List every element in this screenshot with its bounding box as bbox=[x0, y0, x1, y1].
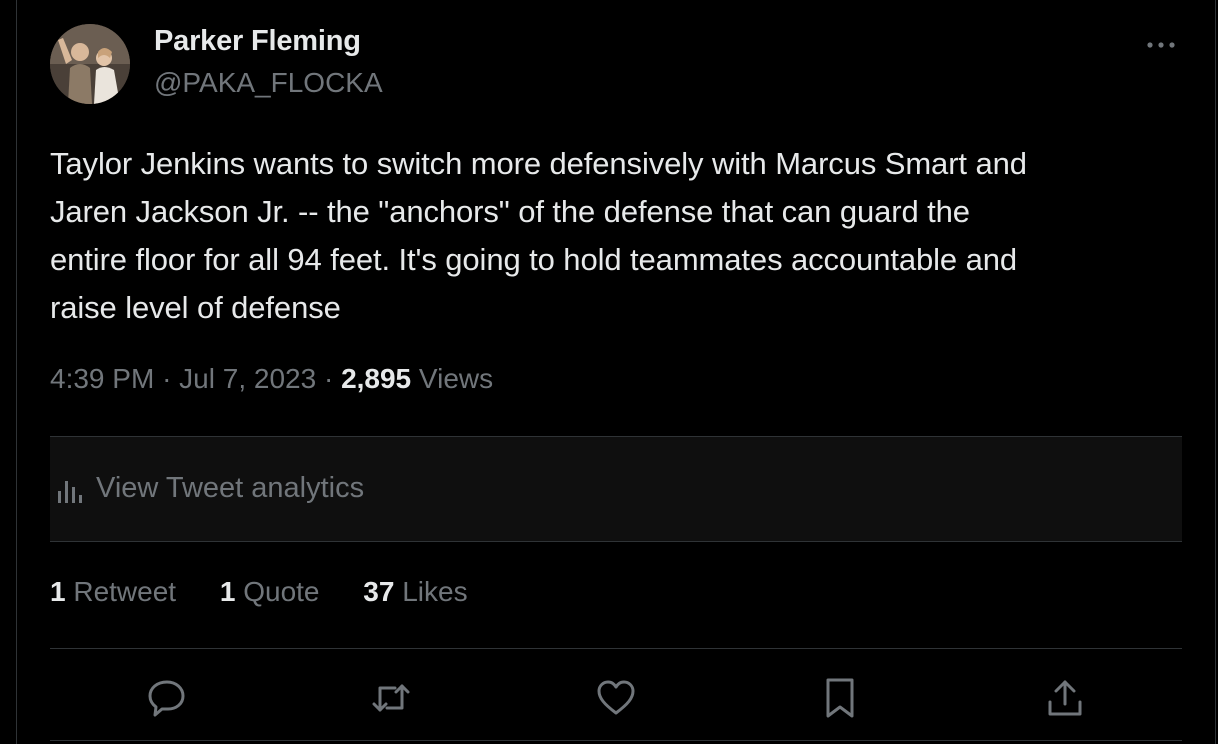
more-options-icon[interactable] bbox=[1140, 30, 1180, 60]
meta-separator: · bbox=[162, 363, 172, 394]
likes-count: 37 bbox=[363, 576, 395, 607]
tweet-date[interactable]: Jul 7, 2023 bbox=[179, 363, 316, 394]
reply-icon[interactable] bbox=[145, 676, 189, 720]
bottom-divider bbox=[50, 740, 1182, 741]
handle[interactable]: @PAKA_FLOCKA bbox=[154, 67, 383, 99]
tweet-time[interactable]: 4:39 PM bbox=[50, 363, 154, 394]
view-analytics-button[interactable]: View Tweet analytics bbox=[50, 436, 1182, 542]
bookmark-icon[interactable] bbox=[818, 676, 862, 720]
analytics-icon bbox=[56, 477, 84, 505]
display-name[interactable]: Parker Fleming bbox=[154, 25, 361, 58]
avatar[interactable] bbox=[50, 24, 130, 104]
retweet-icon[interactable] bbox=[369, 676, 413, 720]
tweet-text: Taylor Jenkins wants to switch more defe… bbox=[50, 146, 1027, 325]
likes-label: Likes bbox=[402, 576, 468, 607]
engagement-stats: 1 Retweet 1 Quote 37 Likes bbox=[50, 576, 504, 608]
likes-stat[interactable]: 37 Likes bbox=[363, 576, 467, 608]
retweets-count: 1 bbox=[50, 576, 66, 607]
analytics-label: View Tweet analytics bbox=[96, 472, 365, 504]
quotes-stat[interactable]: 1 Quote bbox=[220, 576, 320, 608]
tweet-meta: 4:39 PM · Jul 7, 2023 · 2,895 Views bbox=[50, 363, 493, 395]
share-icon[interactable] bbox=[1043, 676, 1087, 720]
views-label: Views bbox=[418, 363, 494, 394]
quotes-count: 1 bbox=[219, 576, 236, 607]
retweets-stat[interactable]: 1 Retweet bbox=[50, 576, 176, 608]
divider bbox=[50, 648, 1182, 649]
avatar-photo-icon bbox=[50, 24, 130, 104]
retweets-label: Retweet bbox=[73, 576, 177, 607]
quotes-label: Quote bbox=[243, 576, 320, 607]
action-bar bbox=[0, 676, 1218, 720]
meta-separator-2: · bbox=[323, 363, 334, 394]
views-count: 2,895 bbox=[341, 363, 412, 394]
like-icon[interactable] bbox=[594, 676, 638, 720]
